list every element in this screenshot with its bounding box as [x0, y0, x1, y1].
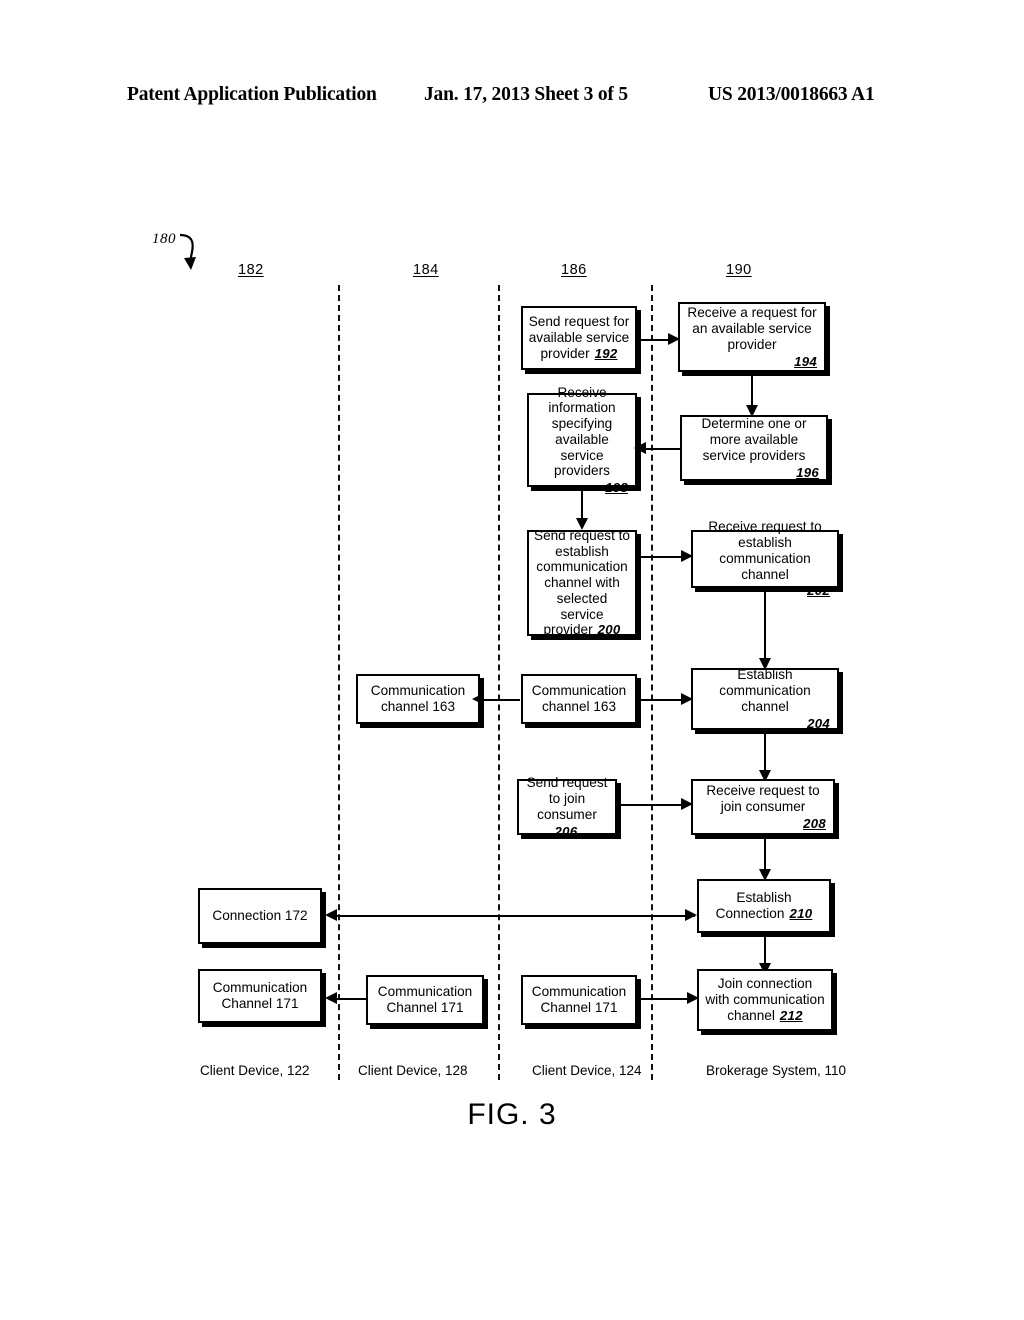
- arrow-196-to-198-icon: [634, 442, 646, 454]
- flow-box-202: Receive request to establish communicati…: [691, 519, 839, 598]
- flow-box-194: Receive a request for an available servi…: [678, 302, 826, 372]
- flow-box-192-ref: 192: [594, 345, 618, 361]
- lane-caption-client-device-122: Client Device, 122: [200, 1063, 310, 1078]
- flow-box-208: Receive request to join consumer 208: [691, 779, 835, 835]
- connector-cc171b-to-cc171a: [333, 998, 367, 1001]
- arrow-172-to-210-icon: [685, 909, 697, 921]
- flow-box-communication-channel-171-a: Communication Channel 171: [198, 969, 322, 1023]
- flow-box-208-text: Receive request to join consumer: [706, 783, 820, 814]
- lane-divider-3: [651, 285, 653, 1080]
- arrow-210-to-172-icon: [325, 909, 337, 921]
- flow-box-cc171c-text: Communication Channel 171: [531, 984, 627, 1015]
- lane-caption-client-device-124: Client Device, 124: [532, 1063, 642, 1078]
- connector-202-to-204: [764, 588, 767, 666]
- flow-box-198-text: Receive information specifying available…: [548, 384, 616, 479]
- flow-box-204-ref: 204: [807, 715, 830, 731]
- flow-box-cc163a-text: Communication channel 163: [370, 683, 466, 714]
- connector-200-to-202: [639, 556, 687, 559]
- flow-box-206-ref: 206: [554, 823, 578, 839]
- flow-box-196-text: Determine one or more available service …: [701, 416, 807, 463]
- flow-box-cc171b-text: Communication Channel 171: [377, 984, 473, 1015]
- figure-3-diagram: 180 182 184 186 190 Send request for ava…: [0, 0, 1024, 1320]
- flow-box-communication-channel-171-b: Communication Channel 171: [366, 975, 484, 1025]
- flow-box-194-ref: 194: [794, 353, 817, 369]
- flow-box-204-text: Establish communication channel: [719, 667, 811, 714]
- lane-caption-brokerage-system-110: Brokerage System, 110: [706, 1063, 847, 1078]
- flow-box-communication-channel-163-a: Communication channel 163: [356, 674, 480, 724]
- flow-box-connection-172-text: Connection 172: [212, 908, 308, 924]
- flow-box-212-text: Join connection with communication chann…: [705, 976, 825, 1023]
- arrow-cc171b-to-cc171a-icon: [325, 992, 337, 1004]
- flow-box-194-text: Receive a request for an available servi…: [687, 305, 817, 352]
- flow-box-212: Join connection with communication chann…: [697, 969, 833, 1031]
- lane-number-184: 184: [413, 262, 439, 278]
- connector-cc163b-to-cc163a: [482, 699, 520, 702]
- connector-206-to-208: [619, 804, 687, 807]
- flow-box-communication-channel-163-b: Communication channel 163: [521, 674, 637, 724]
- flow-box-cc171a-text: Communication Channel 171: [212, 980, 308, 1011]
- connector-172-to-210: [333, 915, 695, 918]
- flow-box-cc163b-text: Communication channel 163: [531, 683, 627, 714]
- flow-box-210: Establish Connection 210: [697, 879, 831, 933]
- figure-caption: FIG. 3: [467, 1098, 557, 1131]
- connector-204-to-cc163b: [639, 699, 687, 702]
- flow-box-202-text: Receive request to establish communicati…: [708, 519, 822, 582]
- lane-number-186: 186: [561, 262, 587, 278]
- callout-arrow-180-icon: [179, 233, 196, 270]
- lane-number-190: 190: [726, 262, 752, 278]
- flow-box-196-ref: 196: [796, 464, 819, 480]
- arrow-cc163b-to-cc163a-icon: [472, 693, 484, 705]
- flow-box-200-ref: 200: [597, 622, 621, 638]
- diagram-reference-180: 180: [152, 231, 176, 247]
- lane-divider-2: [498, 285, 500, 1080]
- flow-box-198: Receive information specifying available…: [527, 385, 637, 495]
- flow-box-210-text: Establish Connection: [715, 890, 792, 921]
- lane-number-182: 182: [238, 262, 264, 278]
- flow-box-210-ref: 210: [789, 906, 813, 921]
- flow-box-communication-channel-171-c: Communication Channel 171: [521, 975, 637, 1025]
- lane-caption-client-device-128: Client Device, 128: [358, 1063, 468, 1078]
- flow-box-196: Determine one or more available service …: [680, 415, 828, 481]
- flow-box-206-text: Send request to join consumer: [526, 775, 608, 822]
- lane-divider-1: [338, 285, 340, 1080]
- flow-box-212-ref: 212: [779, 1007, 803, 1023]
- connector-196-to-198: [644, 448, 682, 451]
- flow-box-200-text: Send request to establish communication …: [534, 527, 630, 638]
- flow-box-192: Send request for available service provi…: [521, 306, 637, 370]
- flow-box-connection-172: Connection 172: [198, 888, 322, 944]
- flow-box-206: Send request to join consumer 206: [517, 775, 617, 839]
- flow-box-208-ref: 208: [803, 815, 826, 831]
- flow-box-204: Establish communication channel 204: [691, 667, 839, 731]
- flow-box-200: Send request to establish communication …: [527, 527, 637, 638]
